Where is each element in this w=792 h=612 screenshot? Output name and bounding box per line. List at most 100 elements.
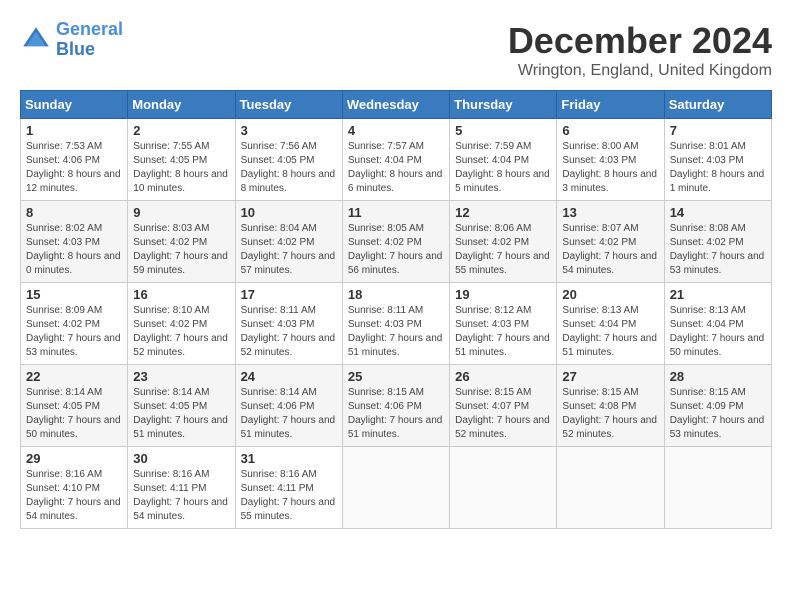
calendar-cell: 20 Sunrise: 8:13 AM Sunset: 4:04 PM Dayl… — [557, 283, 664, 365]
day-number: 9 — [133, 205, 229, 220]
day-info: Sunrise: 8:05 AM Sunset: 4:02 PM Dayligh… — [348, 222, 444, 278]
day-info: Sunrise: 8:08 AM Sunset: 4:02 PM Dayligh… — [670, 222, 766, 278]
day-info: Sunrise: 7:56 AM Sunset: 4:05 PM Dayligh… — [241, 140, 337, 196]
calendar-cell: 25 Sunrise: 8:15 AM Sunset: 4:06 PM Dayl… — [342, 365, 449, 447]
calendar-cell: 14 Sunrise: 8:08 AM Sunset: 4:02 PM Dayl… — [664, 201, 771, 283]
day-info: Sunrise: 8:15 AM Sunset: 4:08 PM Dayligh… — [562, 386, 658, 442]
day-info: Sunrise: 8:14 AM Sunset: 4:06 PM Dayligh… — [241, 386, 337, 442]
day-info: Sunrise: 8:16 AM Sunset: 4:11 PM Dayligh… — [241, 468, 337, 524]
calendar-cell: 8 Sunrise: 8:02 AM Sunset: 4:03 PM Dayli… — [21, 201, 128, 283]
calendar-week-4: 22 Sunrise: 8:14 AM Sunset: 4:05 PM Dayl… — [21, 365, 772, 447]
calendar-cell: 16 Sunrise: 8:10 AM Sunset: 4:02 PM Dayl… — [128, 283, 235, 365]
day-info: Sunrise: 8:02 AM Sunset: 4:03 PM Dayligh… — [26, 222, 122, 278]
calendar-cell: 17 Sunrise: 8:11 AM Sunset: 4:03 PM Dayl… — [235, 283, 342, 365]
page-header: General Blue December 2024 Wrington, Eng… — [20, 20, 772, 80]
day-number: 21 — [670, 287, 766, 302]
calendar-cell: 3 Sunrise: 7:56 AM Sunset: 4:05 PM Dayli… — [235, 119, 342, 201]
day-info: Sunrise: 8:01 AM Sunset: 4:03 PM Dayligh… — [670, 140, 766, 196]
day-number: 22 — [26, 369, 122, 384]
day-number: 19 — [455, 287, 551, 302]
logo-text: General Blue — [56, 20, 123, 60]
day-number: 23 — [133, 369, 229, 384]
day-info: Sunrise: 8:16 AM Sunset: 4:10 PM Dayligh… — [26, 468, 122, 524]
day-info: Sunrise: 8:04 AM Sunset: 4:02 PM Dayligh… — [241, 222, 337, 278]
day-info: Sunrise: 8:07 AM Sunset: 4:02 PM Dayligh… — [562, 222, 658, 278]
day-info: Sunrise: 8:16 AM Sunset: 4:11 PM Dayligh… — [133, 468, 229, 524]
day-number: 17 — [241, 287, 337, 302]
calendar-cell: 28 Sunrise: 8:15 AM Sunset: 4:09 PM Dayl… — [664, 365, 771, 447]
day-number: 8 — [26, 205, 122, 220]
day-header-monday: Monday — [128, 91, 235, 119]
calendar-header-row: SundayMondayTuesdayWednesdayThursdayFrid… — [21, 91, 772, 119]
day-info: Sunrise: 8:15 AM Sunset: 4:06 PM Dayligh… — [348, 386, 444, 442]
day-number: 4 — [348, 123, 444, 138]
calendar-cell: 21 Sunrise: 8:13 AM Sunset: 4:04 PM Dayl… — [664, 283, 771, 365]
day-number: 24 — [241, 369, 337, 384]
calendar-cell: 29 Sunrise: 8:16 AM Sunset: 4:10 PM Dayl… — [21, 447, 128, 529]
day-info: Sunrise: 8:10 AM Sunset: 4:02 PM Dayligh… — [133, 304, 229, 360]
day-number: 27 — [562, 369, 658, 384]
calendar-cell: 13 Sunrise: 8:07 AM Sunset: 4:02 PM Dayl… — [557, 201, 664, 283]
day-number: 15 — [26, 287, 122, 302]
day-number: 2 — [133, 123, 229, 138]
day-number: 3 — [241, 123, 337, 138]
calendar-cell: 2 Sunrise: 7:55 AM Sunset: 4:05 PM Dayli… — [128, 119, 235, 201]
calendar-table: SundayMondayTuesdayWednesdayThursdayFrid… — [20, 90, 772, 529]
day-info: Sunrise: 7:59 AM Sunset: 4:04 PM Dayligh… — [455, 140, 551, 196]
calendar-cell: 23 Sunrise: 8:14 AM Sunset: 4:05 PM Dayl… — [128, 365, 235, 447]
day-info: Sunrise: 8:13 AM Sunset: 4:04 PM Dayligh… — [562, 304, 658, 360]
day-info: Sunrise: 8:11 AM Sunset: 4:03 PM Dayligh… — [241, 304, 337, 360]
calendar-cell: 31 Sunrise: 8:16 AM Sunset: 4:11 PM Dayl… — [235, 447, 342, 529]
day-number: 28 — [670, 369, 766, 384]
day-number: 25 — [348, 369, 444, 384]
day-number: 12 — [455, 205, 551, 220]
calendar-cell: 26 Sunrise: 8:15 AM Sunset: 4:07 PM Dayl… — [450, 365, 557, 447]
day-info: Sunrise: 8:15 AM Sunset: 4:07 PM Dayligh… — [455, 386, 551, 442]
main-title: December 2024 — [508, 20, 772, 62]
calendar-cell — [450, 447, 557, 529]
calendar-cell: 22 Sunrise: 8:14 AM Sunset: 4:05 PM Dayl… — [21, 365, 128, 447]
calendar-cell: 1 Sunrise: 7:53 AM Sunset: 4:06 PM Dayli… — [21, 119, 128, 201]
day-number: 5 — [455, 123, 551, 138]
day-info: Sunrise: 7:57 AM Sunset: 4:04 PM Dayligh… — [348, 140, 444, 196]
day-info: Sunrise: 8:03 AM Sunset: 4:02 PM Dayligh… — [133, 222, 229, 278]
calendar-cell: 24 Sunrise: 8:14 AM Sunset: 4:06 PM Dayl… — [235, 365, 342, 447]
calendar-week-2: 8 Sunrise: 8:02 AM Sunset: 4:03 PM Dayli… — [21, 201, 772, 283]
day-info: Sunrise: 8:11 AM Sunset: 4:03 PM Dayligh… — [348, 304, 444, 360]
calendar-cell: 5 Sunrise: 7:59 AM Sunset: 4:04 PM Dayli… — [450, 119, 557, 201]
day-info: Sunrise: 8:14 AM Sunset: 4:05 PM Dayligh… — [26, 386, 122, 442]
day-info: Sunrise: 8:12 AM Sunset: 4:03 PM Dayligh… — [455, 304, 551, 360]
calendar-cell: 19 Sunrise: 8:12 AM Sunset: 4:03 PM Dayl… — [450, 283, 557, 365]
day-header-tuesday: Tuesday — [235, 91, 342, 119]
day-number: 31 — [241, 451, 337, 466]
day-header-wednesday: Wednesday — [342, 91, 449, 119]
day-info: Sunrise: 7:53 AM Sunset: 4:06 PM Dayligh… — [26, 140, 122, 196]
day-info: Sunrise: 8:09 AM Sunset: 4:02 PM Dayligh… — [26, 304, 122, 360]
day-number: 20 — [562, 287, 658, 302]
day-info: Sunrise: 7:55 AM Sunset: 4:05 PM Dayligh… — [133, 140, 229, 196]
day-header-saturday: Saturday — [664, 91, 771, 119]
calendar-cell: 4 Sunrise: 7:57 AM Sunset: 4:04 PM Dayli… — [342, 119, 449, 201]
calendar-cell: 15 Sunrise: 8:09 AM Sunset: 4:02 PM Dayl… — [21, 283, 128, 365]
logo: General Blue — [20, 20, 123, 60]
calendar-cell: 9 Sunrise: 8:03 AM Sunset: 4:02 PM Dayli… — [128, 201, 235, 283]
day-number: 14 — [670, 205, 766, 220]
day-number: 11 — [348, 205, 444, 220]
day-header-thursday: Thursday — [450, 91, 557, 119]
calendar-cell: 27 Sunrise: 8:15 AM Sunset: 4:08 PM Dayl… — [557, 365, 664, 447]
calendar-week-3: 15 Sunrise: 8:09 AM Sunset: 4:02 PM Dayl… — [21, 283, 772, 365]
calendar-cell: 7 Sunrise: 8:01 AM Sunset: 4:03 PM Dayli… — [664, 119, 771, 201]
day-number: 10 — [241, 205, 337, 220]
day-info: Sunrise: 8:15 AM Sunset: 4:09 PM Dayligh… — [670, 386, 766, 442]
day-number: 16 — [133, 287, 229, 302]
calendar-cell — [557, 447, 664, 529]
calendar-cell: 10 Sunrise: 8:04 AM Sunset: 4:02 PM Dayl… — [235, 201, 342, 283]
day-number: 18 — [348, 287, 444, 302]
day-number: 7 — [670, 123, 766, 138]
calendar-cell — [342, 447, 449, 529]
calendar-week-1: 1 Sunrise: 7:53 AM Sunset: 4:06 PM Dayli… — [21, 119, 772, 201]
day-info: Sunrise: 8:00 AM Sunset: 4:03 PM Dayligh… — [562, 140, 658, 196]
day-number: 30 — [133, 451, 229, 466]
day-number: 29 — [26, 451, 122, 466]
day-number: 6 — [562, 123, 658, 138]
